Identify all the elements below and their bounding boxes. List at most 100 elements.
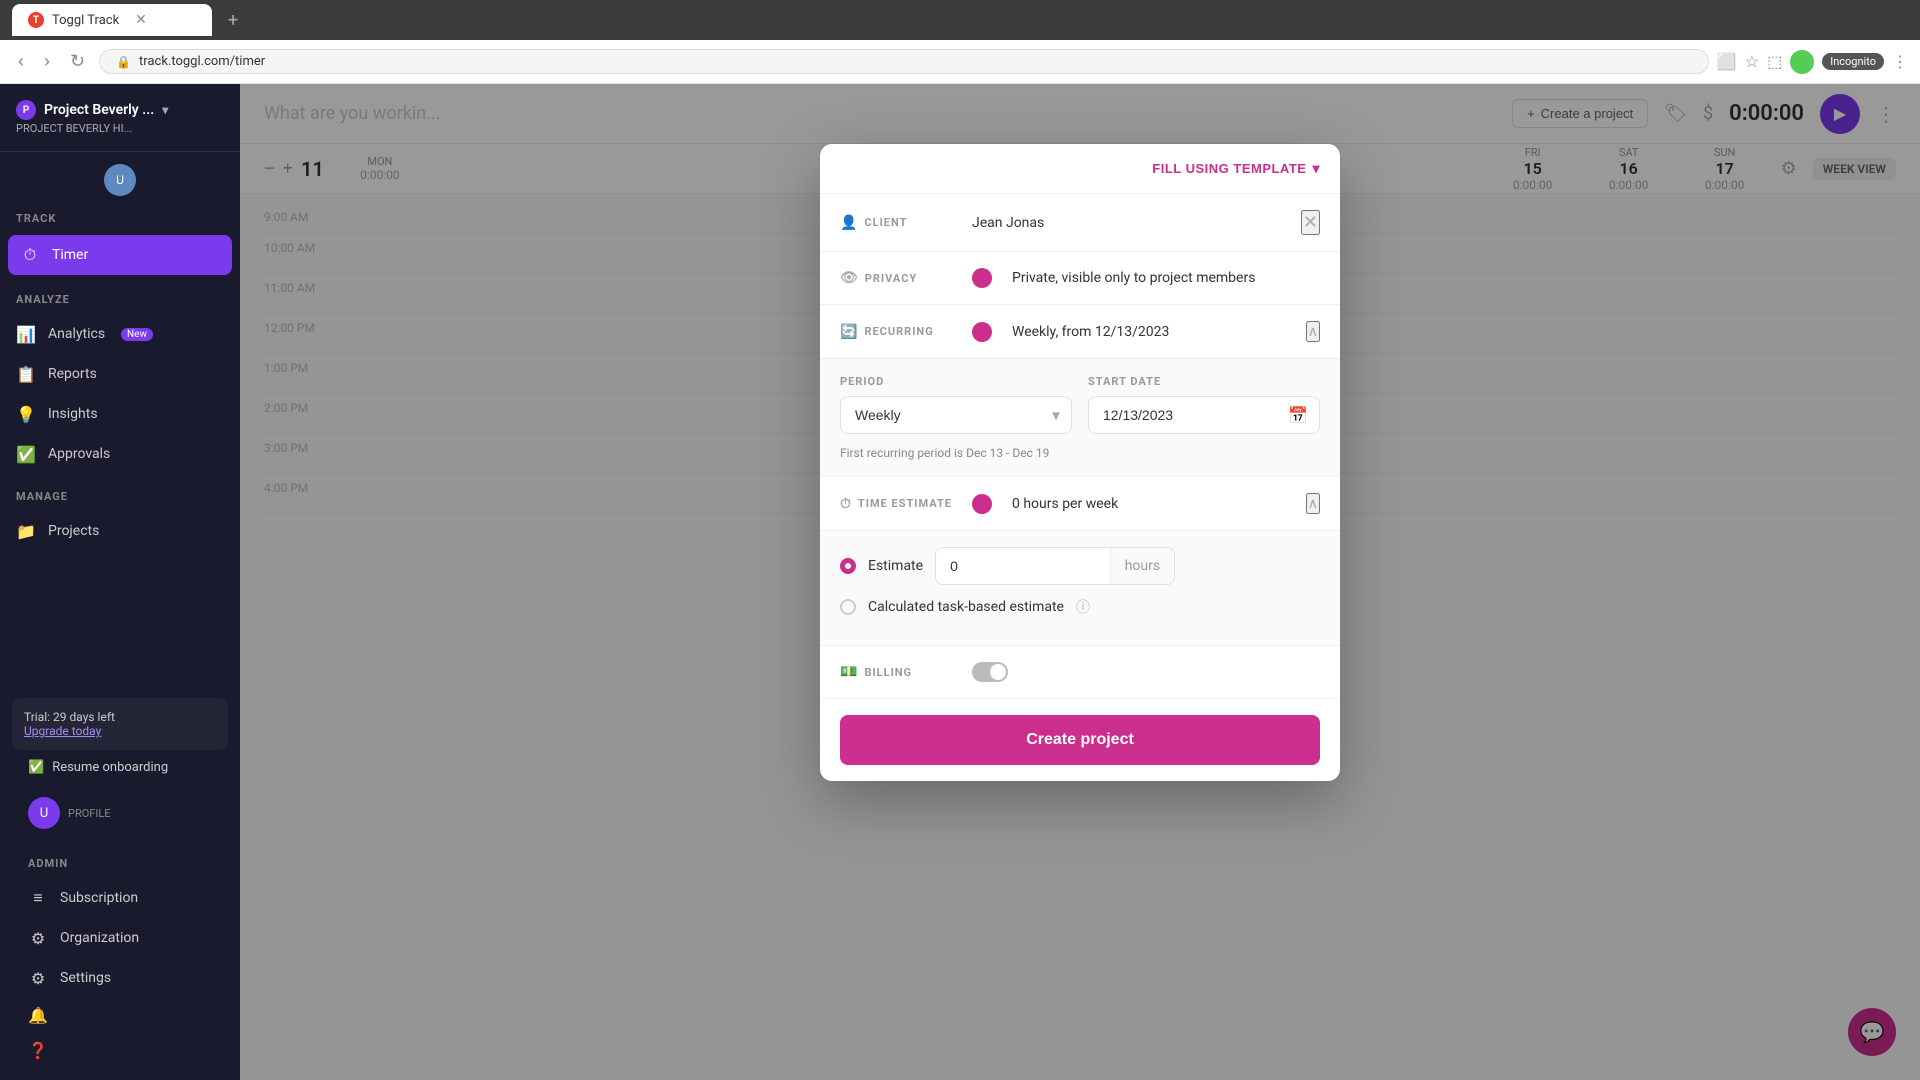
estimate-label: Estimate (868, 558, 923, 574)
tab-title: Toggl Track (52, 13, 119, 28)
forward-button[interactable]: › (38, 47, 56, 76)
select-wrapper: Weekly Daily Monthly (840, 396, 1072, 434)
recurring-label: 🔄 RECURRING (840, 324, 960, 340)
recurring-hint-text: First recurring period is Dec 13 - Dec 1… (840, 446, 1320, 460)
address-bar[interactable]: 🔒 track.toggl.com/timer (99, 49, 1709, 74)
recurring-collapse-button[interactable]: ∧ (1306, 321, 1320, 342)
sidebar-item-timer[interactable]: ⏱ Timer (8, 235, 232, 275)
sidebar-item-insights[interactable]: 💡 Insights (0, 394, 240, 434)
admin-section-label: ADMIN (12, 841, 228, 878)
time-estimate-value: 0 hours per week (1012, 496, 1294, 512)
privacy-value: Private, visible only to project members (1012, 270, 1255, 286)
modal-body: 👤 CLIENT Jean Jonas ✕ 👁 PRIVACY (820, 194, 1340, 699)
sidebar-item-settings[interactable]: ⚙ Settings (12, 958, 228, 998)
modal-footer: Create project (820, 699, 1340, 781)
time-estimate-collapse-button[interactable]: ∧ (1306, 493, 1320, 514)
recurring-section: 🔄 RECURRING Weekly, from 12/13/2023 ∧ (820, 305, 1340, 359)
estimate-input-wrap: hours (935, 547, 1175, 585)
help-icon[interactable]: ❓ (12, 1033, 228, 1068)
recurring-expand: PERIOD Weekly Daily Monthly (820, 359, 1340, 477)
tab-close-icon[interactable]: ✕ (135, 12, 147, 28)
recurring-value: Weekly, from 12/13/2023 (1012, 324, 1294, 340)
recurring-row: 🔄 RECURRING Weekly, from 12/13/2023 ∧ (840, 321, 1320, 342)
sidebar-item-subscription[interactable]: ≡ Subscription (12, 878, 228, 918)
start-date-input[interactable] (1088, 396, 1320, 434)
profile-icon[interactable] (1790, 50, 1814, 74)
billing-label: 💵 BILLING (840, 664, 960, 680)
time-estimate-section: ⏱ TIME ESTIMATE 0 hours per week ∧ (820, 477, 1340, 531)
privacy-toggle[interactable] (972, 268, 992, 288)
estimate-input[interactable] (936, 548, 1110, 584)
privacy-row: 👁 PRIVACY Private, visible only to proje… (840, 268, 1320, 288)
recurring-toggle[interactable] (972, 322, 992, 342)
client-label: 👤 CLIENT (840, 215, 960, 231)
settings-icon: ⚙ (28, 968, 48, 988)
resume-icon: ✅ (28, 760, 44, 775)
back-button[interactable]: ‹ (12, 47, 30, 76)
modal-overlay[interactable]: FILL USING TEMPLATE ▾ 👤 CLIENT Jean Jona… (240, 84, 1920, 1080)
tab-favicon: T (28, 12, 44, 28)
recurring-icon: 🔄 (840, 324, 858, 340)
time-estimate-toggle[interactable] (972, 494, 992, 514)
client-icon: 👤 (840, 215, 858, 231)
url-text: track.toggl.com/timer (139, 54, 265, 69)
client-section: 👤 CLIENT Jean Jonas ✕ (820, 194, 1340, 252)
project-sub: PROJECT BEVERLY HI... (16, 122, 224, 135)
billing-section: 💵 BILLING (820, 646, 1340, 699)
lock-icon: 🔒 (116, 55, 131, 69)
main-content: What are you workin... + Create a projec… (240, 84, 1920, 1080)
avatar: U (28, 797, 60, 829)
calendar-icon: 📅 (1288, 406, 1308, 425)
sidebar-bottom: Trial: 29 days left Upgrade today ✅ Resu… (0, 686, 240, 1080)
cast-icon[interactable]: ⬜ (1717, 52, 1737, 71)
time-estimate-icon: ⏱ (840, 496, 852, 512)
nav-bar: ‹ › ↻ 🔒 track.toggl.com/timer ⬜ ☆ ⬚ Inco… (0, 40, 1920, 84)
time-estimate-row: ⏱ TIME ESTIMATE 0 hours per week ∧ (840, 493, 1320, 514)
refresh-button[interactable]: ↻ (64, 47, 91, 76)
client-row: 👤 CLIENT Jean Jonas ✕ (840, 210, 1320, 235)
menu-icon[interactable]: ⋮ (1892, 52, 1908, 71)
period-row: PERIOD Weekly Daily Monthly (840, 375, 1320, 434)
info-icon[interactable]: ⓘ (1076, 597, 1090, 617)
calculated-estimate-row: Calculated task-based estimate ⓘ (840, 597, 1320, 617)
browser-tab[interactable]: T Toggl Track ✕ (12, 4, 212, 36)
analytics-new-badge: New (121, 328, 153, 341)
sidebar-header[interactable]: P Project Beverly ... ▾ PROJECT BEVERLY … (0, 84, 240, 152)
start-date-label: START DATE (1088, 375, 1320, 388)
resume-onboarding-btn[interactable]: ✅ Resume onboarding (12, 750, 228, 785)
trial-text: Trial: 29 days left (24, 710, 216, 724)
billing-toggle[interactable] (972, 662, 1008, 682)
insights-icon: 💡 (16, 404, 36, 424)
period-label: PERIOD (840, 375, 1072, 388)
close-client-button[interactable]: ✕ (1301, 210, 1320, 235)
sidebar-item-reports[interactable]: 📋 Reports (0, 354, 240, 394)
period-select[interactable]: Weekly Daily Monthly (840, 396, 1072, 434)
calculated-radio[interactable] (840, 599, 856, 615)
period-group: PERIOD Weekly Daily Monthly (840, 375, 1072, 434)
time-estimate-expand: Estimate hours Calculated task-based est… (820, 531, 1340, 646)
subscription-icon: ≡ (28, 888, 48, 908)
sidebar-item-approvals[interactable]: ✅ Approvals (0, 434, 240, 474)
sidebar-item-organization[interactable]: ⚙ Organization (12, 918, 228, 958)
profile-area[interactable]: U PROFILE (12, 785, 228, 841)
sidebar: P Project Beverly ... ▾ PROJECT BEVERLY … (0, 84, 240, 1080)
sidebar-item-projects[interactable]: 📁 Projects (0, 511, 240, 551)
new-tab-button[interactable]: + (220, 6, 246, 35)
estimate-radio[interactable] (840, 558, 856, 574)
bookmark-icon[interactable]: ☆ (1745, 52, 1759, 71)
modal-header: FILL USING TEMPLATE ▾ (820, 144, 1340, 194)
billing-row: 💵 BILLING (840, 662, 1320, 682)
timer-icon: ⏱ (20, 245, 40, 265)
notification-bell[interactable]: 🔔 (12, 998, 228, 1033)
hours-label: hours (1110, 548, 1174, 584)
workspace-icon: P (16, 100, 36, 120)
analyze-section-label: ANALYZE (0, 277, 240, 314)
analytics-icon: 📊 (16, 324, 36, 344)
ext-icon[interactable]: ⬚ (1767, 52, 1782, 71)
upgrade-link[interactable]: Upgrade today (24, 724, 216, 738)
sidebar-item-analytics[interactable]: 📊 Analytics New (0, 314, 240, 354)
modal: FILL USING TEMPLATE ▾ 👤 CLIENT Jean Jona… (820, 144, 1340, 781)
create-project-button[interactable]: Create project (840, 715, 1320, 765)
calculated-label: Calculated task-based estimate (868, 599, 1064, 615)
fill-template-button[interactable]: FILL USING TEMPLATE ▾ (1152, 160, 1320, 177)
